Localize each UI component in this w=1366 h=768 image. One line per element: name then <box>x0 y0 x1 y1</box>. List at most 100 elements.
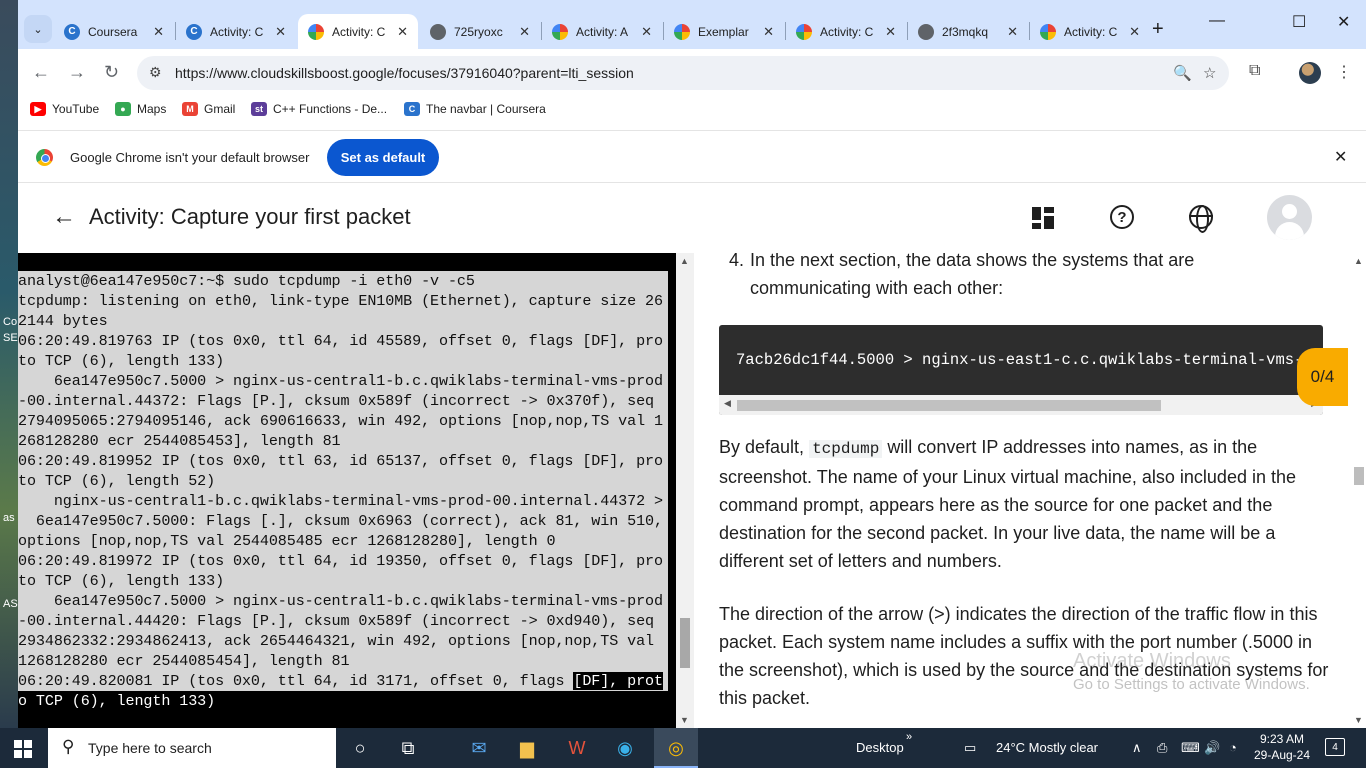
tab-title: Activity: C <box>820 24 874 39</box>
cortana-icon[interactable]: ○ <box>347 736 373 760</box>
scroll-left-arrow-icon[interactable]: ◀ <box>724 398 731 409</box>
network-adapter-icon[interactable]: ⎙ <box>1157 740 1167 756</box>
close-tab-icon[interactable]: ✕ <box>153 24 164 40</box>
scroll-down-arrow-icon[interactable]: ▼ <box>680 715 689 725</box>
extensions-icon[interactable]: ⧉ <box>1249 62 1260 80</box>
clock[interactable]: 9:23 AM 29-Aug-24 <box>1250 731 1314 763</box>
language-globe-icon[interactable] <box>1189 205 1213 233</box>
mail-icon[interactable]: ✉ <box>466 736 492 760</box>
desktop-label: AS <box>3 598 18 610</box>
terminal-line: 2934862332:2934862413, ack 2654464321, w… <box>18 631 668 651</box>
progress-badge[interactable]: 0/4 <box>1297 348 1348 406</box>
bookmark-item[interactable]: ● Maps <box>115 102 166 116</box>
site-info-icon[interactable]: ⚙ <box>149 64 162 81</box>
page-scrollbar[interactable]: ▲ ▼ <box>1350 253 1366 728</box>
close-tab-icon[interactable]: ✕ <box>275 24 286 40</box>
browser-tab[interactable]: 2f3mqkq ✕ <box>908 14 1028 49</box>
new-tab-button[interactable]: + <box>1152 18 1164 41</box>
zoom-icon[interactable]: 🔍 <box>1173 64 1192 82</box>
bookmark-item[interactable]: st C++ Functions - De... <box>251 102 387 116</box>
bookmark-label: YouTube <box>52 102 100 116</box>
bookmark-favicon-icon: ● <box>115 102 131 116</box>
file-explorer-icon[interactable]: ▆ <box>514 736 540 760</box>
taskbar-search[interactable]: ⚲ Type here to search <box>48 728 336 768</box>
chrome-icon[interactable]: ◎ <box>663 736 689 760</box>
terminal-line: 2144 bytes <box>18 311 668 331</box>
browser-tab[interactable]: C Coursera ✕ <box>54 14 174 49</box>
weather-icon[interactable]: ▭ <box>964 740 976 756</box>
scroll-up-arrow-icon[interactable]: ▲ <box>1354 256 1363 266</box>
close-tab-icon[interactable]: ✕ <box>641 24 652 40</box>
forward-button[interactable]: → <box>68 62 86 83</box>
user-avatar[interactable] <box>1267 195 1312 240</box>
browser-tab[interactable]: Activity: C ✕ <box>786 14 906 49</box>
close-tab-icon[interactable]: ✕ <box>1007 24 1018 40</box>
browser-tab[interactable]: Activity: C ✕ <box>298 14 418 49</box>
close-tab-icon[interactable]: ✕ <box>397 24 408 40</box>
close-tab-icon[interactable]: ✕ <box>885 24 896 40</box>
browser-tab[interactable]: Activity: C ✕ <box>1030 14 1150 49</box>
back-button[interactable]: ← <box>32 62 50 83</box>
browser-tab[interactable]: Exemplar ✕ <box>664 14 784 49</box>
url-text[interactable]: https://www.cloudskillsboost.google/focu… <box>175 65 634 81</box>
address-bar[interactable]: ⚙ https://www.cloudskillsboost.google/fo… <box>137 56 1229 90</box>
terminal-scroll-thumb[interactable] <box>680 618 690 668</box>
task-view-icon[interactable]: ⧉ <box>395 736 421 760</box>
chevron-up-icon[interactable]: » <box>906 731 912 743</box>
terminal-line: to TCP (6), length 133) <box>18 351 668 371</box>
terminal-line: 268128280 ecr 2544085453], length 81 <box>18 431 668 451</box>
terminal-line: 06:20:49.819952 IP (tos 0x0, ttl 63, id … <box>18 451 668 471</box>
notifications-icon[interactable]: 4 <box>1325 738 1345 756</box>
close-tab-icon[interactable]: ✕ <box>763 24 774 40</box>
chrome-logo-icon <box>36 149 53 166</box>
terminal-line: to TCP (6), length 133) <box>18 571 668 591</box>
grid-view-icon[interactable] <box>1032 207 1054 229</box>
step-text-line: In the next section, the data shows the … <box>750 253 1195 270</box>
profile-avatar[interactable] <box>1299 62 1321 84</box>
paragraph-text: By default, <box>719 437 805 457</box>
volume-icon[interactable]: 🔊 <box>1204 740 1220 756</box>
bookmark-label: The navbar | Coursera <box>426 102 546 116</box>
code-scrollbar[interactable]: ◀ ▶ <box>719 395 1323 415</box>
menu-icon[interactable]: ⋮ <box>1336 62 1352 82</box>
close-window-button[interactable]: ✕ <box>1337 12 1350 32</box>
terminal-scrollbar[interactable]: ▲ ▼ <box>676 253 694 728</box>
wps-office-icon[interactable]: W <box>564 736 590 760</box>
terminal-line: 06:20:49.819763 IP (tos 0x0, ttl 64, id … <box>18 331 668 351</box>
edge-icon[interactable]: ◉ <box>612 736 638 760</box>
close-tab-icon[interactable]: ✕ <box>519 24 530 40</box>
tab-title: 2f3mqkq <box>942 24 989 39</box>
close-tab-icon[interactable]: ✕ <box>1129 24 1140 40</box>
bookmark-label: Gmail <box>204 102 236 116</box>
terminal-pane[interactable]: analyst@6ea147e950c7:~$ sudo tcpdump -i … <box>18 253 694 728</box>
desktop-toolbar-label[interactable]: Desktop <box>856 740 904 755</box>
browser-tab[interactable]: Activity: A ✕ <box>542 14 662 49</box>
bookmark-item[interactable]: ▶ YouTube <box>30 102 99 116</box>
page-scroll-thumb[interactable] <box>1354 467 1364 485</box>
wifi-icon[interactable]: ◔ <box>1229 740 1237 755</box>
close-infobar-icon[interactable]: ✕ <box>1334 147 1347 167</box>
scroll-up-arrow-icon[interactable]: ▲ <box>680 256 689 266</box>
gcloud-favicon-icon <box>308 23 324 40</box>
code-scroll-thumb[interactable] <box>737 400 1161 411</box>
browser-tab[interactable]: 725ryoxc ✕ <box>420 14 540 49</box>
bookmark-item[interactable]: M Gmail <box>182 102 235 116</box>
reload-button[interactable]: ↻ <box>104 62 119 83</box>
help-icon[interactable]: ? <box>1110 205 1134 229</box>
input-method-icon[interactable]: ⌨ <box>1181 740 1200 756</box>
set-as-default-button[interactable]: Set as default <box>327 139 439 176</box>
show-hidden-icons-icon[interactable]: ∧ <box>1132 740 1142 756</box>
scroll-down-arrow-icon[interactable]: ▼ <box>1354 715 1363 725</box>
bookmark-item[interactable]: C The navbar | Coursera <box>404 102 546 116</box>
back-arrow-icon[interactable]: ← <box>52 203 76 231</box>
start-button[interactable] <box>14 740 32 758</box>
minimize-button[interactable]: — <box>1209 12 1225 30</box>
bookmark-star-icon[interactable]: ☆ <box>1203 64 1216 82</box>
browser-tab[interactable]: C Activity: C ✕ <box>176 14 296 49</box>
weather-text[interactable]: 24°C Mostly clear <box>996 740 1098 755</box>
page-title: Activity: Capture your first packet <box>89 204 411 229</box>
address-toolbar: ← → ↻ ⚙ https://www.cloudskillsboost.goo… <box>18 49 1366 97</box>
maximize-button[interactable]: ☐ <box>1292 12 1306 32</box>
tab-search-button[interactable]: ⌄ <box>24 15 52 43</box>
activation-watermark-subtext: Go to Settings to activate Windows. <box>1073 676 1310 693</box>
